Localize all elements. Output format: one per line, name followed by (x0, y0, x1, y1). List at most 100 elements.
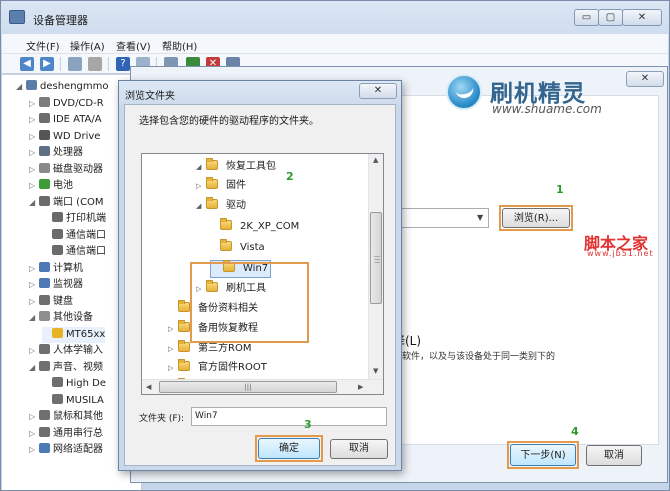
menu-view[interactable]: 查看(V) (116, 38, 151, 53)
tree-item[interactable]: 通信端口 (42, 228, 106, 244)
tree-item[interactable]: ◢ 其他设备 (29, 310, 93, 326)
expand-toggle-icon[interactable]: ▷ (29, 129, 38, 145)
processor-icon (39, 146, 50, 156)
port-icon (39, 195, 50, 206)
expand-toggle-icon[interactable]: ▷ (168, 359, 178, 377)
tree-item[interactable]: ▷ DVD/CD-R (29, 96, 104, 112)
chevron-down-icon[interactable]: ▼ (477, 213, 483, 222)
expand-toggle-icon[interactable]: ◢ (196, 197, 206, 215)
next-button[interactable]: 下一步(N) (510, 444, 576, 466)
expand-toggle-icon[interactable]: ▷ (29, 409, 38, 425)
maximize-button[interactable]: ▢ (598, 9, 623, 26)
browse-button[interactable]: 浏览(R)... (502, 208, 570, 228)
sound-icon (52, 393, 63, 404)
tree-item-label: 打印机端 (66, 213, 106, 224)
folder-icon (178, 320, 190, 332)
tree-item[interactable]: ▷ 人体学输入 (29, 343, 103, 359)
wizard-close-button[interactable]: ✕ (626, 71, 664, 87)
vertical-scroll-thumb[interactable]: — — — (370, 212, 382, 304)
tree-item[interactable]: ▷ WD Drive (29, 129, 100, 145)
driver-path-input[interactable] (399, 208, 489, 228)
expand-toggle-icon[interactable]: ▷ (29, 343, 38, 359)
horizontal-scrollbar[interactable]: ◀ ||| ▶ (142, 379, 383, 394)
tree-item[interactable]: MT65xx (42, 326, 106, 343)
expand-toggle-icon[interactable]: ◢ (16, 79, 25, 95)
expand-toggle-icon[interactable]: ◢ (29, 310, 38, 326)
tree-item[interactable]: ◢ deshengmmo (16, 79, 109, 95)
expand-toggle-icon[interactable]: ▷ (29, 145, 38, 161)
expand-toggle-icon[interactable]: ▷ (29, 162, 38, 178)
folder-item[interactable]: ▷ 官方固件ROOT (168, 359, 267, 377)
minimize-button[interactable]: ▭ (574, 9, 599, 26)
scroll-right-icon[interactable]: ▶ (358, 383, 363, 391)
folder-field[interactable]: Win7 (191, 407, 387, 426)
help-icon[interactable]: ? (116, 57, 130, 71)
tree-item[interactable]: ◢ 声音、视频 (29, 360, 103, 376)
back-arrow-icon[interactable]: ◀ (20, 57, 34, 71)
expand-toggle-icon[interactable]: ▷ (29, 178, 38, 194)
expand-toggle-icon[interactable]: ▷ (29, 426, 38, 442)
expand-toggle-icon[interactable]: ▷ (29, 294, 38, 310)
tree-item[interactable]: High De (42, 376, 106, 392)
scroll-down-icon[interactable]: ▼ (373, 367, 378, 375)
tree-item-label: 通信端口 (66, 229, 106, 241)
tree-item[interactable]: ▷ 网络适配器 (29, 442, 103, 458)
expand-toggle-icon[interactable]: ◢ (29, 195, 38, 211)
folder-item-label: Vista (240, 242, 265, 253)
dialog-close-button[interactable]: ✕ (359, 83, 397, 99)
port-icon (52, 245, 63, 255)
folder-tree[interactable]: ◢ 恢复工具包 ▷ 固件 ◢ 驱动 2K_XP_COM Vista Win7 ▷ 刷机工具 备份资料相… (141, 153, 384, 395)
expand-toggle-icon[interactable]: ▷ (29, 261, 38, 277)
tree-item[interactable]: ▷ 鼠标和其他 (29, 409, 103, 425)
tree-item-label: 通信端口 (66, 246, 106, 257)
expand-toggle-icon[interactable]: ▷ (29, 442, 38, 458)
wizard-cancel-button[interactable]: 取消 (586, 445, 642, 466)
folder-item[interactable]: 2K_XP_COM (210, 218, 299, 236)
menu-action[interactable]: 操作(A) (70, 38, 105, 53)
horizontal-scroll-thumb[interactable]: ||| (159, 381, 337, 393)
folder-item[interactable]: ◢ 恢复工具包 (196, 158, 276, 176)
vertical-scrollbar[interactable]: ▲ — — — ▼ (368, 154, 383, 380)
menu-file[interactable]: 文件(F) (26, 38, 60, 53)
expand-toggle-icon[interactable]: ◢ (29, 360, 38, 376)
step-number: 4 (571, 425, 579, 438)
expand-toggle-icon[interactable]: ▷ (29, 96, 38, 112)
expand-toggle-icon[interactable]: ◢ (196, 158, 206, 176)
scroll-up-icon[interactable]: ▲ (373, 156, 378, 164)
properties-icon[interactable] (68, 57, 82, 71)
show-hide-icon[interactable] (88, 57, 102, 71)
tree-item[interactable]: ▷ 监视器 (29, 277, 83, 293)
tree-item[interactable]: MUSILA (42, 393, 104, 409)
expand-toggle-icon[interactable]: ▷ (168, 320, 178, 338)
scroll-left-icon[interactable]: ◀ (146, 383, 151, 391)
tree-item[interactable]: ▷ 计算机 (29, 261, 83, 277)
close-button[interactable]: ✕ (622, 9, 662, 26)
tree-item[interactable]: ▷ 通用串行总 (29, 426, 103, 442)
forward-arrow-icon[interactable]: ▶ (40, 57, 54, 71)
device-manager-titlebar[interactable]: 设备管理器 ▭ ▢ ✕ (1, 1, 669, 33)
expand-toggle-icon[interactable]: ▷ (196, 177, 206, 195)
tree-item[interactable]: ▷ 键盘 (29, 294, 73, 310)
expand-toggle-icon[interactable]: ▷ (29, 277, 38, 293)
tree-item[interactable]: ◢ 端口 (COM (29, 195, 104, 211)
ok-button[interactable]: 确定 (258, 438, 320, 459)
folder-item[interactable]: ▷ 固件 (196, 177, 246, 195)
drive-icon (39, 129, 50, 140)
menu-help[interactable]: 帮助(H) (162, 38, 197, 53)
tree-item-label: 鼠标和其他 (53, 411, 103, 422)
tree-item[interactable]: ▷ 处理器 (29, 145, 83, 161)
tree-item[interactable]: ▷ 磁盘驱动器 (29, 162, 103, 178)
site-watermark-url: www.jb51.net (587, 249, 654, 258)
tree-item[interactable]: ▷ 电池 (29, 178, 73, 194)
tree-item[interactable]: ▷ IDE ATA/A (29, 112, 102, 128)
tree-item-label: 通用串行总 (53, 427, 103, 439)
expand-toggle-icon[interactable]: ▷ (29, 112, 38, 128)
window-title: 设备管理器 (33, 14, 88, 27)
folder-item[interactable]: Vista (210, 239, 265, 257)
tree-item[interactable]: 打印机端 (42, 211, 106, 227)
tree-item-label: 处理器 (53, 147, 83, 158)
tree-item[interactable]: 通信端口 (42, 244, 106, 260)
expand-toggle-icon[interactable]: ▷ (168, 340, 178, 358)
dialog-cancel-button[interactable]: 取消 (330, 439, 388, 459)
folder-item[interactable]: ◢ 驱动 (196, 197, 246, 215)
